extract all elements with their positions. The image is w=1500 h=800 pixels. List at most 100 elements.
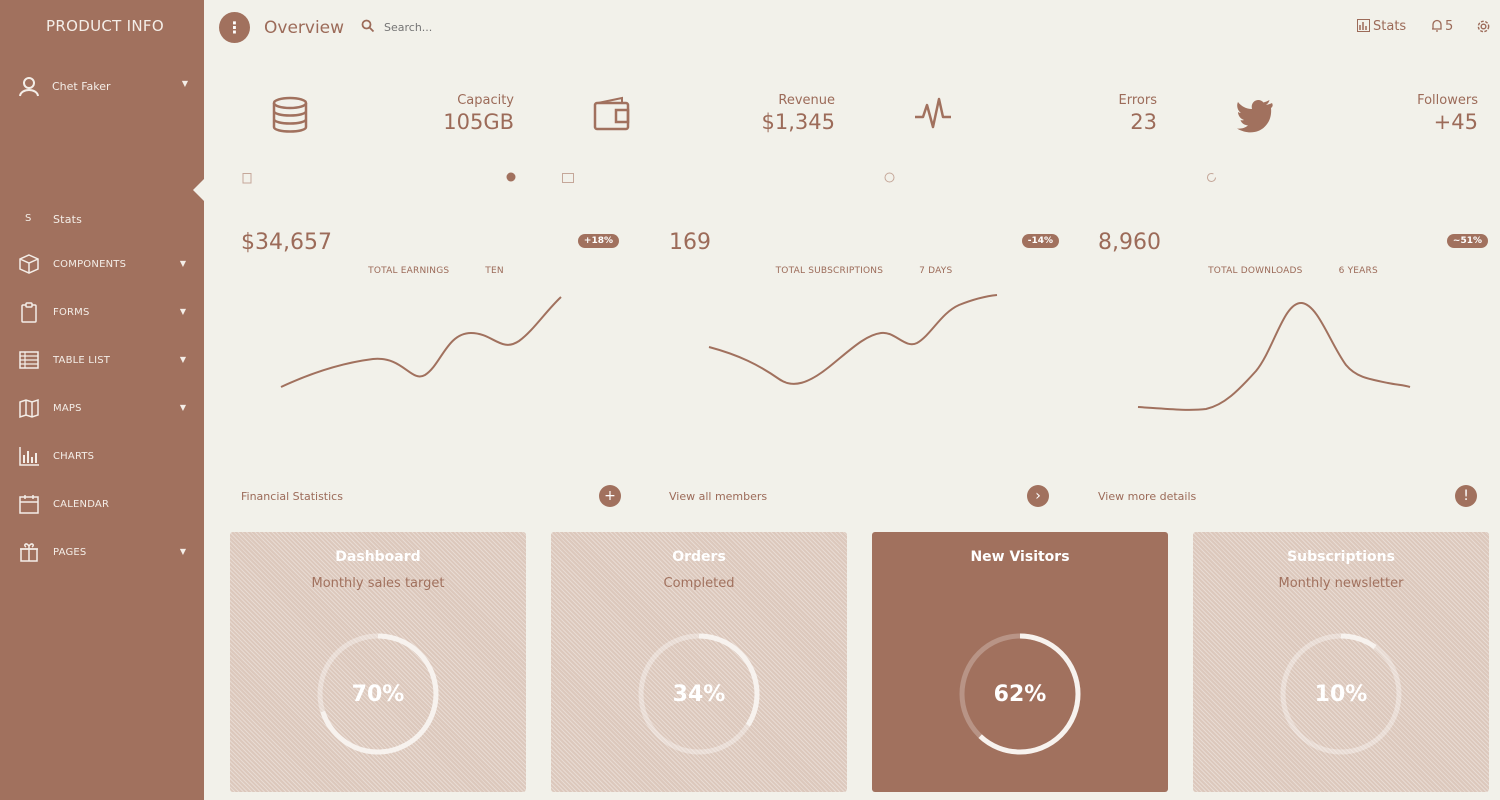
chevron-down-icon: ▼ [179, 547, 186, 556]
sidebar-item-pages[interactable]: PAGES ▼ [18, 541, 186, 567]
new-visitors-tile[interactable]: New Visitors 62% [872, 532, 1168, 792]
sidebar-item-label: PAGES [53, 547, 87, 558]
earnings-caption: TOTAL EARNINGS TEN [241, 266, 631, 276]
view-all-members-link[interactable]: View all members [669, 490, 767, 503]
search-input[interactable] [382, 17, 506, 37]
subscriptions-value: 169 [669, 230, 711, 255]
database-icon [272, 96, 308, 133]
bell-icon [1432, 19, 1442, 32]
earnings-card: $34,657 +18% TOTAL EARNINGS TEN [241, 225, 631, 445]
caption-period: 6 YEARS [1338, 266, 1378, 276]
tile-subtitle: Monthly sales target [311, 576, 445, 591]
gear-icon[interactable] [1476, 19, 1491, 34]
subscriptions-card: 169 -14% TOTAL SUBSCRIPTIONS 7 DAYS [669, 225, 1059, 445]
kpi-value: $1,345 [761, 110, 835, 134]
view-more-details-link[interactable]: View more details [1098, 490, 1196, 503]
orders-tile[interactable]: Orders Completed 34% [551, 532, 847, 792]
cube-icon [19, 254, 39, 274]
tile-percent: 70% [351, 682, 405, 707]
sidebar: PRODUCT INFO Chet Faker ▼ S Stats COMPON… [0, 0, 205, 800]
notification-count: 5 [1445, 19, 1454, 34]
kpi-capacity: Capacity 105GB [380, 93, 514, 134]
user-name: Chet Faker [52, 80, 111, 93]
sidebar-item-stats[interactable]: S Stats [18, 208, 186, 234]
chevron-down-icon: ▼ [179, 307, 186, 316]
caption-period: TEN [485, 266, 504, 276]
caption-period: 7 DAYS [919, 266, 953, 276]
wallet-icon [593, 96, 630, 131]
tile-subtitle: Monthly newsletter [1278, 576, 1404, 591]
sidebar-item-charts[interactable]: CHARTS [18, 445, 186, 471]
sidebar-item-calendar[interactable]: CALENDAR [18, 493, 186, 519]
sidebar-item-maps[interactable]: MAPS ▼ [18, 397, 186, 423]
user-avatar-icon [19, 77, 39, 97]
earnings-value: $34,657 [241, 230, 332, 255]
sidebar-item-components[interactable]: COMPONENTS ▼ [18, 253, 186, 279]
kpi-revenue: Revenue $1,345 [700, 93, 835, 134]
sidebar-item-table-list[interactable]: TABLE LIST ▼ [18, 349, 186, 375]
twitter-icon [1237, 99, 1273, 133]
add-button[interactable]: + [599, 485, 621, 507]
caption-label: TOTAL DOWNLOADS [1208, 266, 1303, 276]
earnings-line-chart [280, 296, 562, 388]
downloads-card: 8,960 ~51% TOTAL DOWNLOADS 6 YEARS [1098, 225, 1488, 445]
tile-percent: 62% [993, 682, 1047, 707]
calendar-icon [562, 172, 574, 186]
notifications-button[interactable]: 5 [1431, 19, 1453, 34]
pulse-icon [915, 97, 951, 129]
kpi-label: Revenue [778, 93, 835, 108]
sidebar-item-label: FORMS [53, 307, 90, 318]
kpi-label: Capacity [457, 93, 514, 108]
calendar-icon [19, 495, 39, 514]
downloads-badge: ~51% [1446, 234, 1488, 248]
info-button[interactable]: ! [1455, 485, 1477, 507]
table-list-icon [19, 351, 39, 369]
stats-label: Stats [1373, 19, 1407, 34]
kpi-followers: Followers +45 [1340, 93, 1478, 134]
tile-title: Subscriptions [1287, 549, 1395, 565]
chevron-down-icon: ▼ [179, 259, 186, 268]
chevron-right-button[interactable]: › [1027, 485, 1049, 507]
chart-icon [19, 447, 39, 466]
financial-statistics-link[interactable]: Financial Statistics [241, 490, 343, 503]
tile-percent: 34% [672, 682, 726, 707]
subscriptions-line-chart [708, 294, 998, 385]
search-icon [361, 19, 375, 33]
downloads-line-chart [1137, 301, 1411, 411]
brand-title[interactable]: PRODUCT INFO [0, 17, 210, 35]
clock-icon [884, 172, 895, 186]
sidebar-item-label: MAPS [53, 403, 82, 414]
active-indicator [193, 178, 205, 202]
info-icon [506, 172, 516, 186]
subscriptions-badge: -14% [1021, 234, 1059, 248]
tile-title: Orders [672, 549, 726, 565]
kpi-value: +45 [1433, 110, 1478, 134]
kpi-errors: Errors 23 [1020, 93, 1157, 134]
downloads-caption: TOTAL DOWNLOADS 6 YEARS [1098, 266, 1488, 276]
kpi-label: Errors [1118, 93, 1157, 108]
bar-chart-icon [1357, 19, 1370, 32]
stats-link[interactable]: Stats [1357, 19, 1406, 34]
dashboard-tile[interactable]: Dashboard Monthly sales target 70% [230, 532, 526, 792]
more-vertical-button[interactable]: ⋮ [219, 12, 250, 43]
sidebar-item-forms[interactable]: FORMS ▼ [18, 301, 186, 327]
kpi-value: 105GB [443, 110, 514, 134]
caption-label: TOTAL SUBSCRIPTIONS [775, 266, 884, 276]
page-title: Overview [264, 18, 345, 38]
sidebar-item-label: COMPONENTS [53, 259, 127, 270]
subscriptions-caption: TOTAL SUBSCRIPTIONS 7 DAYS [669, 266, 1059, 276]
downloads-value: 8,960 [1098, 230, 1161, 255]
sidebar-item-label: Stats [53, 213, 83, 226]
kpi-label: Followers [1417, 93, 1478, 108]
tile-subtitle: Completed [663, 576, 735, 591]
chevron-down-icon: ▼ [181, 79, 188, 88]
subscriptions-tile[interactable]: Subscriptions Monthly newsletter 10% [1193, 532, 1489, 792]
refresh-icon [1206, 172, 1217, 186]
earnings-badge: +18% [577, 234, 619, 248]
stats-letter: S [25, 213, 32, 224]
clipboard-icon [242, 172, 252, 186]
tile-title: Dashboard [335, 549, 421, 565]
user-menu[interactable]: Chet Faker ▼ [18, 75, 188, 99]
chevron-down-icon: ▼ [179, 355, 186, 364]
clipboard-icon [21, 302, 37, 323]
